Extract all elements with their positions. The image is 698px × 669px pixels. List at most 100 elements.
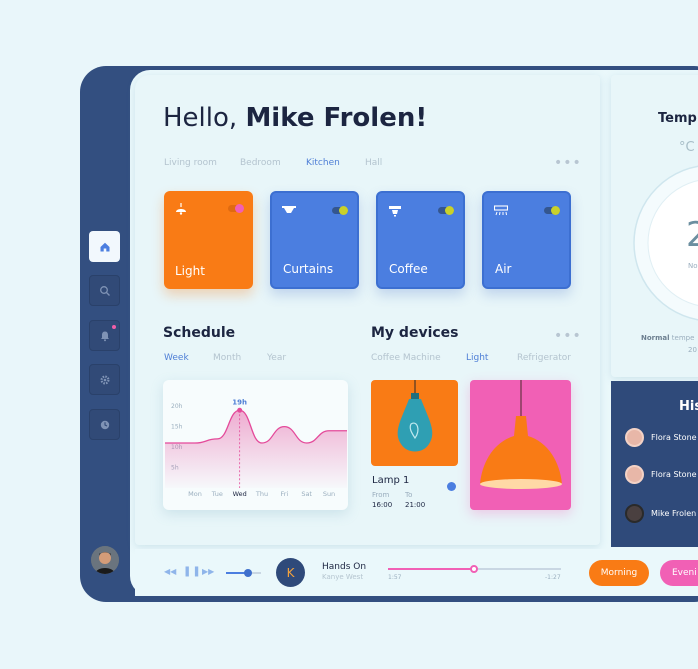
- elapsed-time: 1:57: [388, 574, 402, 581]
- greeting: Hello, Mike Frolen!: [163, 103, 428, 133]
- forward-icon[interactable]: ▶▶: [202, 567, 214, 576]
- progress-handle[interactable]: [470, 565, 478, 573]
- lamp-to-label: To: [405, 491, 413, 499]
- tile-light[interactable]: Light: [164, 191, 253, 289]
- tab-month[interactable]: Month: [213, 353, 241, 363]
- pause-icon[interactable]: ❚❚: [183, 566, 202, 577]
- x-tick-label: Fri: [280, 490, 288, 498]
- tile-label: Coffee: [389, 262, 428, 276]
- rewind-icon[interactable]: ◀◀: [164, 567, 176, 576]
- person-name: Mike Frolen: [651, 509, 697, 518]
- x-tick-label: Sat: [301, 490, 312, 498]
- lamp-from-time: 16:00: [372, 501, 393, 509]
- person-avatar: [625, 465, 644, 484]
- ceiling-lamp-icon: [174, 203, 188, 218]
- temperature-note-line2: 20: [688, 346, 697, 354]
- orange-pendant-image: [480, 380, 562, 489]
- lamp-status-dot[interactable]: [447, 482, 456, 491]
- tab-bedroom[interactable]: Bedroom: [240, 158, 281, 168]
- user-photo: [91, 546, 119, 574]
- x-tick-label: Mon: [188, 490, 202, 498]
- remaining-time: -1:27: [545, 574, 561, 581]
- air-toggle[interactable]: [544, 206, 560, 215]
- album-disc[interactable]: K: [276, 558, 305, 587]
- y-tick-label: 15h: [171, 424, 183, 431]
- devices-title: My devices: [371, 325, 459, 341]
- lamp-to-time: 21:00: [405, 501, 426, 509]
- sidebar-settings-button[interactable]: [89, 364, 120, 395]
- highlight-label: 19h: [232, 398, 247, 406]
- coffee-toggle[interactable]: [438, 206, 454, 215]
- search-icon: [99, 285, 110, 296]
- temperature-title: Temp: [658, 111, 697, 126]
- history-item[interactable]: Flora Stone: [625, 465, 697, 484]
- lamp-1-card[interactable]: [371, 380, 458, 466]
- progress-fill: [388, 568, 474, 570]
- person-name: Flora Stone: [651, 470, 697, 479]
- pendant-lamp-image: [397, 380, 433, 452]
- curtains-icon: [282, 205, 296, 220]
- curtains-toggle[interactable]: [332, 206, 348, 215]
- sidebar-history-button[interactable]: [89, 409, 120, 440]
- toggle-knob: [235, 204, 244, 213]
- x-tick-label: Thu: [255, 490, 268, 498]
- tab-coffee-machine[interactable]: Coffee Machine: [371, 353, 441, 363]
- gear-icon: [99, 374, 110, 385]
- volume-handle[interactable]: [244, 569, 252, 577]
- person-name: Flora Stone: [651, 433, 697, 442]
- morning-button[interactable]: Morning: [589, 560, 649, 586]
- tile-label: Air: [495, 262, 512, 276]
- temperature-note: Normal tempe: [641, 334, 695, 342]
- tab-refrigerator[interactable]: Refrigerator: [517, 353, 571, 363]
- schedule-title: Schedule: [163, 325, 236, 341]
- history-title: His: [679, 399, 698, 414]
- sidebar-search-button[interactable]: [89, 275, 120, 306]
- home-icon: [100, 242, 109, 251]
- coffee-machine-icon: [388, 205, 402, 220]
- tile-curtains[interactable]: Curtains: [270, 191, 359, 289]
- person-avatar: [625, 428, 644, 447]
- tile-label: Light: [175, 264, 205, 278]
- tab-light[interactable]: Light: [466, 353, 488, 363]
- schedule-chart[interactable]: 20h15h10h5h19hMonTueWedThuFriSatSun: [163, 380, 348, 510]
- temperature-unit: °C: [679, 140, 695, 155]
- rooms-more-icon[interactable]: •••: [554, 156, 582, 170]
- lamp-2-card[interactable]: [470, 380, 571, 510]
- tab-living-room[interactable]: Living room: [164, 158, 217, 168]
- tab-year[interactable]: Year: [267, 353, 286, 363]
- x-tick-label: Wed: [233, 490, 247, 498]
- devices-more-icon[interactable]: •••: [554, 329, 582, 343]
- air-conditioner-icon: [493, 205, 509, 220]
- tile-coffee[interactable]: Coffee: [376, 191, 465, 289]
- notification-dot: [112, 325, 116, 329]
- light-toggle[interactable]: [228, 204, 244, 213]
- toggle-knob: [445, 206, 454, 215]
- tab-week[interactable]: Week: [164, 353, 189, 363]
- tile-air[interactable]: Air: [482, 191, 571, 289]
- history-item[interactable]: Flora Stone: [625, 428, 697, 447]
- bell-icon: [100, 331, 109, 341]
- lamp-from-label: From: [372, 491, 390, 499]
- temperature-status: No: [688, 262, 698, 270]
- sidebar-home-button[interactable]: [89, 231, 120, 262]
- temperature-value: 2: [686, 215, 698, 255]
- track-artist: Kanye West: [322, 573, 364, 581]
- tile-label: Curtains: [283, 262, 334, 276]
- y-tick-label: 20h: [171, 403, 183, 410]
- tab-hall[interactable]: Hall: [365, 158, 382, 168]
- schedule-chart-card: 20h15h10h5h19hMonTueWedThuFriSatSun: [163, 380, 348, 510]
- toggle-knob: [339, 206, 348, 215]
- evening-button[interactable]: Eveni: [660, 560, 698, 586]
- x-tick-label: Tue: [211, 490, 223, 498]
- history-item[interactable]: Mike Frolen: [625, 504, 696, 523]
- schedule-area-fill: [165, 410, 347, 488]
- user-avatar[interactable]: [91, 546, 119, 574]
- highlight-point: [237, 407, 243, 413]
- tab-kitchen[interactable]: Kitchen: [306, 158, 340, 168]
- clock-icon: [100, 420, 109, 429]
- person-avatar: [625, 504, 644, 523]
- toggle-knob: [551, 206, 560, 215]
- lamp-name: Lamp 1: [372, 475, 410, 486]
- x-tick-label: Sun: [323, 490, 335, 498]
- sidebar-notifications-button[interactable]: [89, 320, 120, 351]
